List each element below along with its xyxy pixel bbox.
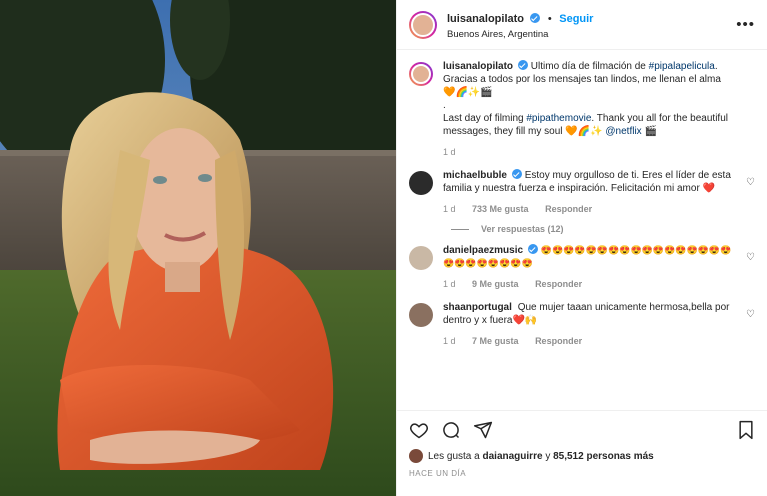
post-actions: Les gusta a daianaguirre y 85,512 person…	[397, 410, 767, 496]
comment-time[interactable]: 1 d	[443, 279, 456, 289]
comments-list: luisanalopilato Ultimo día de filmación …	[397, 50, 767, 395]
bookmark-icon[interactable]	[737, 420, 755, 440]
commenter-username[interactable]: shaanportugal	[443, 302, 512, 313]
likes-prefix: Les gusta a	[428, 450, 480, 462]
post-header: luisanalopilato • Seguir Buenos Aires, A…	[397, 0, 767, 50]
comment-like-heart-icon[interactable]: ♡	[746, 252, 755, 263]
post-timestamp[interactable]: HACE UN DÍA	[409, 469, 755, 478]
comment-likes[interactable]: 7 Me gusta	[472, 336, 519, 346]
commenter-username[interactable]: michaelbuble	[443, 170, 507, 181]
share-icon[interactable]	[473, 420, 493, 440]
comment-body: danielpaezmusic 😍😍😍😍😍😍😍😍😍😍😍😍😍😍😍😍😍😍😍😍😍😍😍😍…	[443, 244, 755, 291]
caption-emoji: 🎬	[641, 126, 657, 137]
caption-meta: 1 d	[443, 146, 735, 159]
comment-like-heart-icon[interactable]: ♡	[746, 177, 755, 188]
replies-line	[451, 228, 469, 230]
comment-icon[interactable]	[441, 420, 461, 440]
view-replies-label: Ver respuestas (12)	[481, 224, 564, 234]
author-avatar[interactable]	[409, 10, 437, 39]
likes-summary: Les gusta a daianaguirre y 85,512 person…	[409, 449, 755, 463]
caption-text-2: Last day of filming	[443, 113, 527, 124]
caption-avatar[interactable]	[409, 62, 433, 86]
caption-username[interactable]: luisanalopilato	[443, 61, 513, 72]
liker-username[interactable]: daianaguirre	[483, 451, 543, 462]
comment-item: michaelbuble Estoy muy orgulloso de ti. …	[409, 169, 755, 216]
post-photo[interactable]	[0, 0, 396, 496]
author-username[interactable]: luisanalopilato	[447, 13, 524, 25]
comment-like-heart-icon[interactable]: ♡	[746, 309, 755, 320]
liker-avatar[interactable]	[409, 449, 423, 463]
caption-body: luisanalopilato Ultimo día de filmación …	[443, 60, 755, 159]
likes-mid: y	[545, 450, 551, 462]
reply-button[interactable]: Responder	[535, 336, 582, 346]
hashtag-link[interactable]: #pipathemovie	[526, 113, 591, 124]
verified-icon	[530, 13, 541, 23]
caption: luisanalopilato Ultimo día de filmación …	[409, 60, 755, 159]
more-options-icon[interactable]: •••	[736, 16, 755, 33]
mention-link[interactable]: @netflix	[605, 126, 641, 137]
hashtag-link[interactable]: #pipalapelicula	[649, 61, 715, 72]
view-replies-button[interactable]: Ver respuestas (12)	[451, 224, 755, 234]
location-link[interactable]: Buenos Aires, Argentina	[447, 29, 736, 40]
separator-dot: •	[547, 13, 552, 25]
comment-item: danielpaezmusic 😍😍😍😍😍😍😍😍😍😍😍😍😍😍😍😍😍😍😍😍😍😍😍😍…	[409, 244, 755, 291]
commenter-avatar[interactable]	[409, 303, 433, 327]
verified-icon	[511, 169, 522, 179]
heart-icon[interactable]	[409, 420, 429, 440]
author-info: luisanalopilato • Seguir Buenos Aires, A…	[447, 9, 736, 40]
action-icons	[409, 419, 755, 441]
commenter-avatar[interactable]	[409, 171, 433, 195]
photo-illustration	[0, 0, 396, 496]
comment-likes[interactable]: 9 Me gusta	[472, 279, 519, 289]
comment-likes[interactable]: 733 Me gusta	[472, 204, 529, 214]
instagram-post: luisanalopilato • Seguir Buenos Aires, A…	[0, 0, 767, 496]
caption-time[interactable]: 1 d	[443, 147, 456, 157]
post-side-panel: luisanalopilato • Seguir Buenos Aires, A…	[396, 0, 767, 496]
comment-meta: 1 d 9 Me gusta Responder	[443, 278, 735, 291]
comment-body: michaelbuble Estoy muy orgulloso de ti. …	[443, 169, 755, 216]
caption-dot: .	[443, 100, 446, 111]
commenter-username[interactable]: danielpaezmusic	[443, 245, 523, 256]
comment-meta: 1 d 7 Me gusta Responder	[443, 335, 735, 348]
comment-time[interactable]: 1 d	[443, 336, 456, 346]
comment-body: shaanportugal Que mujer taaan unicamente…	[443, 301, 755, 348]
caption-text-1: Ultimo día de filmación de	[530, 61, 649, 72]
commenter-avatar[interactable]	[409, 246, 433, 270]
likes-count[interactable]: 85,512 personas más	[553, 451, 654, 462]
verified-icon	[528, 244, 539, 254]
comment-item: shaanportugal Que mujer taaan unicamente…	[409, 301, 755, 348]
comment-meta: 1 d 733 Me gusta Responder	[443, 203, 735, 216]
reply-button[interactable]: Responder	[545, 204, 592, 214]
verified-icon	[518, 60, 529, 70]
comment-time[interactable]: 1 d	[443, 204, 456, 214]
follow-button[interactable]: Seguir	[559, 13, 593, 25]
reply-button[interactable]: Responder	[535, 279, 582, 289]
